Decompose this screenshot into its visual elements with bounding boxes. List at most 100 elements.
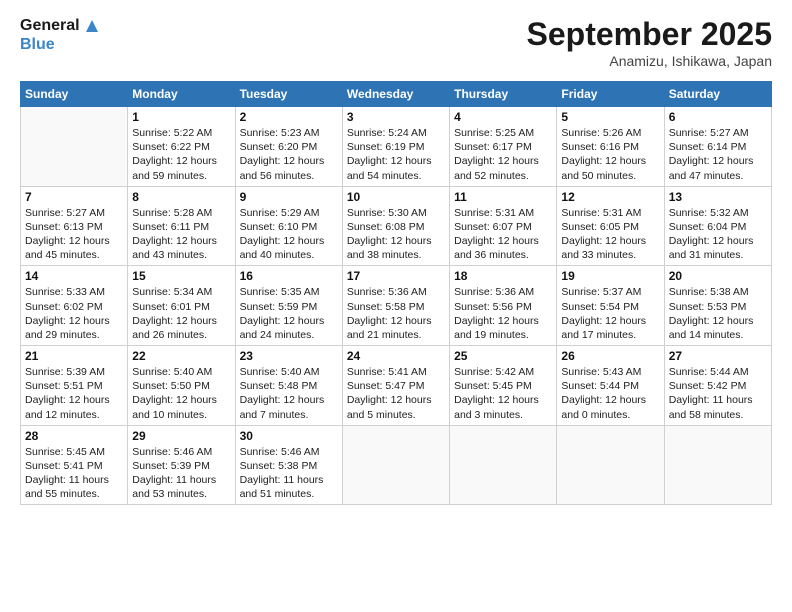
day-info: Sunrise: 5:44 AM Sunset: 5:42 PM Dayligh…	[669, 365, 767, 422]
calendar-cell: 2Sunrise: 5:23 AM Sunset: 6:20 PM Daylig…	[235, 107, 342, 187]
calendar-cell: 8Sunrise: 5:28 AM Sunset: 6:11 PM Daylig…	[128, 186, 235, 266]
day-info: Sunrise: 5:41 AM Sunset: 5:47 PM Dayligh…	[347, 365, 445, 422]
day-info: Sunrise: 5:45 AM Sunset: 5:41 PM Dayligh…	[25, 445, 123, 502]
day-number: 18	[454, 269, 552, 283]
week-row-5: 28 Sunrise: 5:45 AM Sunset: 5:41 PM Dayli…	[21, 425, 772, 505]
day-number: 15	[132, 269, 230, 283]
day-info: Sunrise: 5:28 AM Sunset: 6:11 PM Dayligh…	[132, 206, 230, 263]
day-number: 9	[240, 190, 338, 204]
day-info: Sunrise: 5:46 AM Sunset: 5:39 PM Dayligh…	[132, 445, 230, 502]
day-info: Sunrise: 5:29 AM Sunset: 6:10 PM Dayligh…	[240, 206, 338, 263]
col-saturday: Saturday	[664, 82, 771, 107]
calendar-cell: 30 Sunrise: 5:46 AM Sunset: 5:38 PM Dayli…	[235, 425, 342, 505]
week-row-4: 21 Sunrise: 5:39 AM Sunset: 5:51 PM Dayli…	[21, 346, 772, 426]
calendar-header-row: Sunday Monday Tuesday Wednesday Thursday…	[21, 82, 772, 107]
day-number: 10	[347, 190, 445, 204]
calendar-cell	[342, 425, 449, 505]
day-number: 27	[669, 349, 767, 363]
calendar-cell: 14 Sunrise: 5:33 AM Sunset: 6:02 PM Dayli…	[21, 266, 128, 346]
header: General Blue September 2025 Anamizu, Ish…	[20, 16, 772, 69]
calendar-cell: 15 Sunrise: 5:34 AM Sunset: 6:01 PM Dayli…	[128, 266, 235, 346]
day-number: 6	[669, 110, 767, 124]
calendar-cell: 13 Sunrise: 5:32 AM Sunset: 6:04 PM Dayli…	[664, 186, 771, 266]
calendar-cell: 16 Sunrise: 5:35 AM Sunset: 5:59 PM Dayli…	[235, 266, 342, 346]
calendar-cell: 19Sunrise: 5:37 AM Sunset: 5:54 PM Dayli…	[557, 266, 664, 346]
col-tuesday: Tuesday	[235, 82, 342, 107]
calendar-cell: 21 Sunrise: 5:39 AM Sunset: 5:51 PM Dayli…	[21, 346, 128, 426]
day-info: Sunrise: 5:23 AM Sunset: 6:20 PM Dayligh…	[240, 126, 338, 183]
day-info: Sunrise: 5:36 AM Sunset: 5:58 PM Dayligh…	[347, 285, 445, 342]
month-title: September 2025	[527, 16, 772, 53]
logo-wordmark: General Blue	[20, 16, 102, 54]
calendar-cell	[557, 425, 664, 505]
title-block: September 2025 Anamizu, Ishikawa, Japan	[527, 16, 772, 69]
day-number: 5	[561, 110, 659, 124]
day-number: 16	[240, 269, 338, 283]
day-number: 26	[561, 349, 659, 363]
calendar-cell: 20Sunrise: 5:38 AM Sunset: 5:53 PM Dayli…	[664, 266, 771, 346]
col-wednesday: Wednesday	[342, 82, 449, 107]
day-number: 24	[347, 349, 445, 363]
calendar-cell	[450, 425, 557, 505]
day-info: Sunrise: 5:40 AM Sunset: 5:48 PM Dayligh…	[240, 365, 338, 422]
calendar-cell: 12 Sunrise: 5:31 AM Sunset: 6:05 PM Dayli…	[557, 186, 664, 266]
week-row-1: 1 Sunrise: 5:22 AM Sunset: 6:22 PM Daylig…	[21, 107, 772, 187]
day-number: 14	[25, 269, 123, 283]
calendar-cell: 27 Sunrise: 5:44 AM Sunset: 5:42 PM Dayli…	[664, 346, 771, 426]
day-number: 20	[669, 269, 767, 283]
day-info: Sunrise: 5:31 AM Sunset: 6:05 PM Dayligh…	[561, 206, 659, 263]
calendar-cell	[664, 425, 771, 505]
day-number: 11	[454, 190, 552, 204]
calendar-cell: 29 Sunrise: 5:46 AM Sunset: 5:39 PM Dayli…	[128, 425, 235, 505]
calendar-cell: 23 Sunrise: 5:40 AM Sunset: 5:48 PM Dayli…	[235, 346, 342, 426]
day-number: 29	[132, 429, 230, 443]
calendar-cell: 9 Sunrise: 5:29 AM Sunset: 6:10 PM Daylig…	[235, 186, 342, 266]
day-number: 3	[347, 110, 445, 124]
day-number: 19	[561, 269, 659, 283]
day-info: Sunrise: 5:39 AM Sunset: 5:51 PM Dayligh…	[25, 365, 123, 422]
logo-triangle-icon	[82, 16, 102, 36]
calendar-cell: 4 Sunrise: 5:25 AM Sunset: 6:17 PM Daylig…	[450, 107, 557, 187]
day-number: 23	[240, 349, 338, 363]
calendar-cell	[21, 107, 128, 187]
day-info: Sunrise: 5:22 AM Sunset: 6:22 PM Dayligh…	[132, 126, 230, 183]
day-info: Sunrise: 5:27 AM Sunset: 6:13 PM Dayligh…	[25, 206, 123, 263]
day-number: 13	[669, 190, 767, 204]
calendar-body: 1 Sunrise: 5:22 AM Sunset: 6:22 PM Daylig…	[21, 107, 772, 505]
week-row-3: 14 Sunrise: 5:33 AM Sunset: 6:02 PM Dayli…	[21, 266, 772, 346]
calendar-cell: 25 Sunrise: 5:42 AM Sunset: 5:45 PM Dayli…	[450, 346, 557, 426]
calendar-cell: 24 Sunrise: 5:41 AM Sunset: 5:47 PM Dayli…	[342, 346, 449, 426]
col-monday: Monday	[128, 82, 235, 107]
calendar-cell: 5Sunrise: 5:26 AM Sunset: 6:16 PM Daylig…	[557, 107, 664, 187]
day-info: Sunrise: 5:34 AM Sunset: 6:01 PM Dayligh…	[132, 285, 230, 342]
col-friday: Friday	[557, 82, 664, 107]
day-info: Sunrise: 5:33 AM Sunset: 6:02 PM Dayligh…	[25, 285, 123, 342]
calendar-cell: 18 Sunrise: 5:36 AM Sunset: 5:56 PM Dayli…	[450, 266, 557, 346]
calendar-cell: 17 Sunrise: 5:36 AM Sunset: 5:58 PM Dayli…	[342, 266, 449, 346]
page: General Blue September 2025 Anamizu, Ish…	[0, 0, 792, 612]
logo: General Blue	[20, 16, 102, 54]
day-number: 1	[132, 110, 230, 124]
day-number: 21	[25, 349, 123, 363]
day-info: Sunrise: 5:25 AM Sunset: 6:17 PM Dayligh…	[454, 126, 552, 183]
day-number: 7	[25, 190, 123, 204]
day-number: 12	[561, 190, 659, 204]
day-info: Sunrise: 5:32 AM Sunset: 6:04 PM Dayligh…	[669, 206, 767, 263]
col-thursday: Thursday	[450, 82, 557, 107]
week-row-2: 7 Sunrise: 5:27 AM Sunset: 6:13 PM Daylig…	[21, 186, 772, 266]
day-info: Sunrise: 5:35 AM Sunset: 5:59 PM Dayligh…	[240, 285, 338, 342]
calendar-cell: 28 Sunrise: 5:45 AM Sunset: 5:41 PM Dayli…	[21, 425, 128, 505]
calendar-table: Sunday Monday Tuesday Wednesday Thursday…	[20, 81, 772, 505]
day-info: Sunrise: 5:27 AM Sunset: 6:14 PM Dayligh…	[669, 126, 767, 183]
day-number: 4	[454, 110, 552, 124]
day-info: Sunrise: 5:42 AM Sunset: 5:45 PM Dayligh…	[454, 365, 552, 422]
day-number: 17	[347, 269, 445, 283]
calendar-cell: 7 Sunrise: 5:27 AM Sunset: 6:13 PM Daylig…	[21, 186, 128, 266]
calendar-cell: 1 Sunrise: 5:22 AM Sunset: 6:22 PM Daylig…	[128, 107, 235, 187]
day-info: Sunrise: 5:46 AM Sunset: 5:38 PM Dayligh…	[240, 445, 338, 502]
day-number: 30	[240, 429, 338, 443]
day-number: 25	[454, 349, 552, 363]
day-info: Sunrise: 5:36 AM Sunset: 5:56 PM Dayligh…	[454, 285, 552, 342]
day-number: 28	[25, 429, 123, 443]
calendar-cell: 22Sunrise: 5:40 AM Sunset: 5:50 PM Dayli…	[128, 346, 235, 426]
